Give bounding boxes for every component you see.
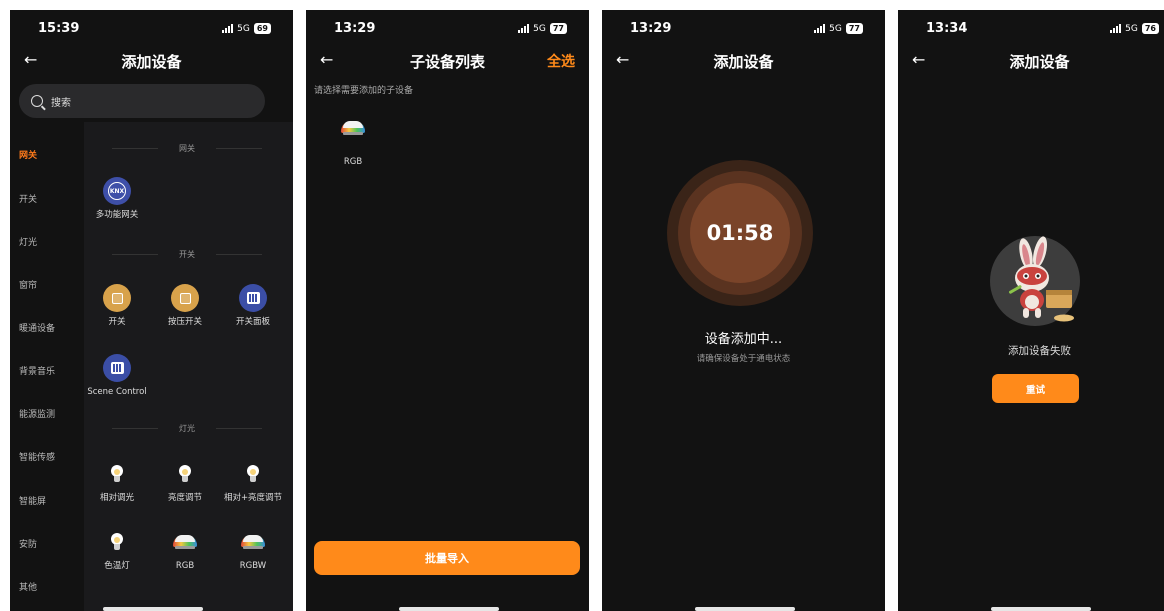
network-label: 5G [533,23,546,34]
network-label: 5G [237,23,250,34]
adding-status: 设备添加中... [704,332,783,347]
batch-import-button[interactable]: 批量导入 [314,541,580,575]
section-header-gateway: 网关 [112,142,262,154]
bulb-icon [239,460,267,488]
search-input[interactable]: 搜索 [19,84,265,118]
timer-ring-inner: 01:58 [690,183,790,283]
sub-device-label: RGB [343,157,363,167]
status-indicators: 5G 76 [1110,23,1159,34]
category-item-security[interactable]: 安防 [19,537,37,550]
network-label: 5G [1125,23,1138,34]
device-push-switch[interactable]: 按压开关 [155,284,215,327]
home-indicator [991,607,1091,611]
status-time: 13:29 [630,21,672,36]
switch-panel-icon [239,284,267,312]
status-indicators: 5G 77 [814,23,863,34]
status-time: 13:29 [334,21,376,36]
status-bar: 13:29 5G 77 [602,10,885,46]
device-switch[interactable]: 开关 [87,284,147,327]
device-switch-panel[interactable]: 开关面板 [223,284,283,327]
device-multi-gateway[interactable]: KNX 多功能网关 [87,177,147,220]
search-placeholder: 搜索 [51,97,71,109]
battery-icon: 69 [253,23,271,34]
select-hint: 请选择需要添加的子设备 [314,86,414,96]
category-item-gateway[interactable]: 网关 [19,148,37,161]
knx-icon: KNX [103,177,131,205]
switch-square-icon [103,284,131,312]
status-time: 13:34 [926,21,968,36]
nav-bar: ← 添加设备 [602,48,885,74]
device-color-temp[interactable]: 色温灯 [87,528,147,571]
category-item-energy[interactable]: 能源监测 [19,407,55,420]
category-item-curtain[interactable]: 窗帘 [19,278,37,291]
status-bar: 13:29 5G 77 [306,10,589,46]
device-list: 网关 KNX 多功能网关 开关 开关 按压开关 开关面板 Scene Contr… [84,122,293,611]
select-all-button[interactable]: 全选 [547,51,575,71]
device-brightness[interactable]: 亮度调节 [155,460,215,503]
add-device-screen: 15:39 5G 69 ← 添加设备 搜索 网关 开关 灯光 窗帘 暖通设备 背… [10,10,293,611]
adding-device-screen: 13:29 5G 77 ← 添加设备 01:58 设备添加中... 请确保设备处… [602,10,885,611]
rgb-dome-light-icon [239,528,267,556]
bulb-icon [103,460,131,488]
page-title: 添加设备 [713,53,774,71]
home-indicator [103,607,203,611]
page-title: 添加设备 [1009,53,1070,71]
device-rgb[interactable]: RGB [155,528,215,571]
battery-icon: 77 [549,23,567,34]
status-bar: 13:34 5G 76 [898,10,1164,46]
retry-button[interactable]: 重试 [992,374,1079,403]
countdown-timer: 01:58 [706,221,774,245]
sub-device-rgb[interactable]: RGB [336,121,370,167]
signal-icon [222,24,234,33]
adding-status-hint: 请确保设备处于通电状态 [696,354,791,364]
signal-icon [518,24,530,33]
nav-bar: ← 添加设备 [10,48,293,74]
switch-square-icon [171,284,199,312]
category-item-other[interactable]: 其他 [19,580,37,593]
home-indicator [399,607,499,611]
status-indicators: 5G 77 [518,23,567,34]
status-bar: 15:39 5G 69 [10,10,293,46]
signal-icon [1110,24,1122,33]
failure-rabbit-illustration [988,232,1088,332]
switch-panel-icon [103,354,131,382]
sub-device-list-screen: 13:29 5G 77 ← 子设备列表 全选 请选择需要添加的子设备 RGB 批… [306,10,589,611]
search-icon [31,95,43,107]
nav-bar: ← 添加设备 [898,48,1164,74]
category-item-hvac[interactable]: 暖通设备 [19,321,55,334]
network-label: 5G [829,23,842,34]
device-relative-brightness[interactable]: 相对+亮度调节 [223,460,283,503]
category-item-screen[interactable]: 智能屏 [19,494,46,507]
status-time: 15:39 [38,21,80,36]
category-sidebar: 网关 开关 灯光 窗帘 暖通设备 背景音乐 能源监测 智能传感 智能屏 安防 其… [10,122,83,611]
section-header-switch: 开关 [112,248,262,260]
category-item-switch[interactable]: 开关 [19,192,37,205]
status-indicators: 5G 69 [222,23,271,34]
nav-bar: ← 子设备列表 全选 [306,48,589,74]
category-item-music[interactable]: 背景音乐 [19,364,55,377]
bulb-icon [103,528,131,556]
battery-icon: 76 [1141,23,1159,34]
category-item-light[interactable]: 灯光 [19,235,37,248]
signal-icon [814,24,826,33]
add-device-failed-screen: 13:34 5G 76 ← 添加设备 添加设备失败 重试 [898,10,1164,611]
device-rgbw[interactable]: RGBW [223,528,283,571]
failure-message: 添加设备失败 [1008,345,1071,357]
rgb-dome-light-icon [341,121,365,135]
section-header-light: 灯光 [112,422,262,434]
home-indicator [695,607,795,611]
device-relative-dimming[interactable]: 相对调光 [87,460,147,503]
page-title: 添加设备 [121,53,182,71]
category-item-sensor[interactable]: 智能传感 [19,450,55,463]
bulb-icon [171,460,199,488]
device-scene-control[interactable]: Scene Control [87,354,147,397]
rgb-dome-light-icon [171,528,199,556]
battery-icon: 77 [845,23,863,34]
